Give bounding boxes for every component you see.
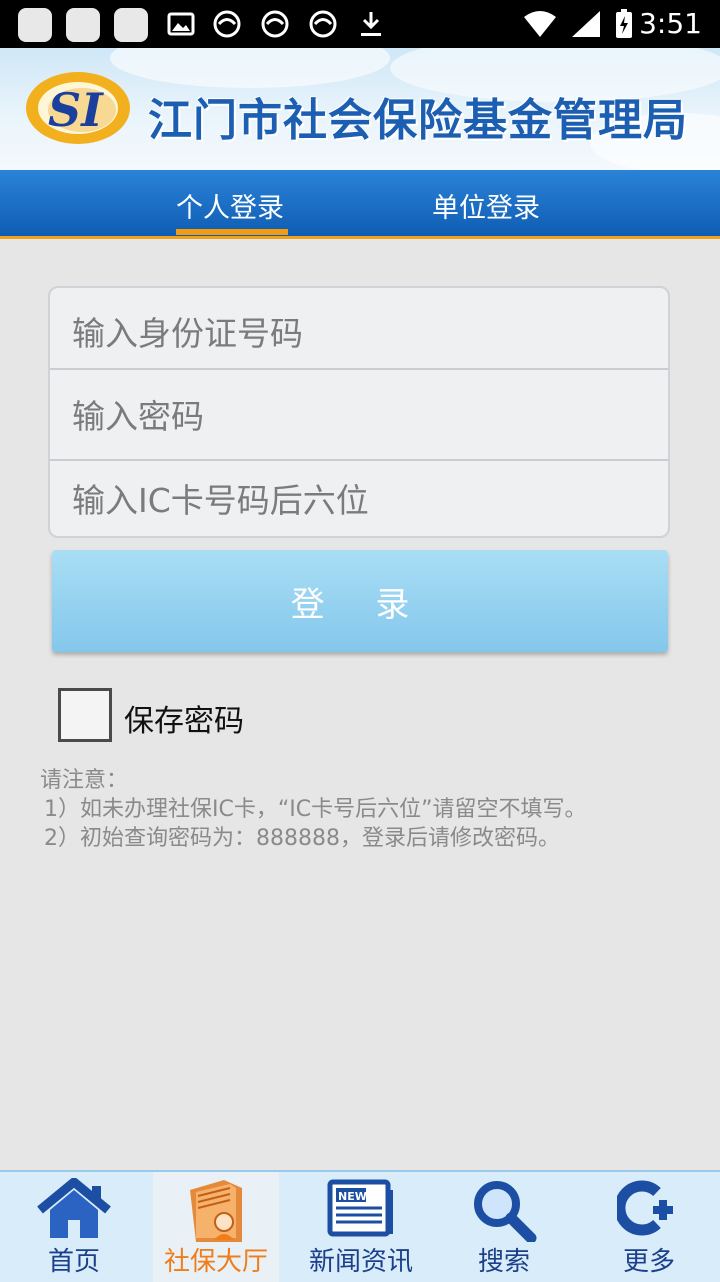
nav-label: 新闻资讯 (308, 1247, 413, 1277)
nav-item-more[interactable]: 更多 (578, 1172, 720, 1282)
tab-personal-login[interactable]: 个人登录 (176, 186, 284, 225)
nav-label: 搜索 (477, 1247, 530, 1277)
status-bar: 3:51 (0, 0, 720, 48)
id-number-input[interactable] (70, 288, 654, 378)
search-icon (474, 1181, 537, 1242)
login-form (48, 286, 670, 540)
nav-item-search[interactable]: 搜索 (440, 1172, 568, 1282)
password-input[interactable] (70, 370, 654, 462)
nav-label: 首页 (47, 1247, 100, 1277)
save-password-checkbox[interactable] (58, 688, 112, 742)
nav-label: 社保大厅 (163, 1247, 268, 1277)
battery-icon (616, 9, 632, 38)
id-field (50, 288, 668, 378)
signal-icon (572, 11, 600, 37)
svg-text:NEWS: NEWS (338, 1190, 375, 1203)
ic-card-input[interactable] (70, 461, 654, 540)
login-tabs: 个人登录 单位登录 (0, 170, 720, 239)
si-logo-icon: SI (26, 72, 130, 144)
image-icon (167, 12, 195, 36)
password-field (50, 370, 668, 462)
bottom-nav: 首页 社保大厅 NEWS 新闻资讯 搜索 更多 (0, 1170, 720, 1282)
active-tab-indicator (176, 229, 288, 235)
notification-icon (114, 8, 148, 42)
notes: 请注意： 1）如未办理社保IC卡，“IC卡号后六位”请留空不填写。 2）初始查询… (40, 766, 587, 853)
app-notification-icon (261, 10, 289, 38)
header-banner: SI 江门市社会保险基金管理局 (0, 48, 720, 170)
clock: 3:51 (639, 7, 702, 40)
nav-item-home[interactable]: 首页 (0, 1172, 148, 1282)
save-password-label[interactable]: 保存密码 (124, 696, 244, 740)
login-button[interactable]: 登 录 (52, 550, 668, 652)
news-icon: NEWS (327, 1179, 393, 1237)
logo-text: SI (48, 83, 104, 137)
page-title: 江门市社会保险基金管理局 (148, 95, 688, 146)
nav-item-social-security-hall[interactable]: 社保大厅 (153, 1172, 279, 1282)
ic-field (50, 461, 668, 540)
download-icon (361, 12, 381, 36)
notification-icon (18, 8, 52, 42)
nav-item-news[interactable]: NEWS 新闻资讯 (286, 1172, 436, 1282)
social-security-hall-icon (190, 1180, 242, 1242)
more-icon (617, 1180, 673, 1236)
notes-title: 请注意： (40, 768, 129, 793)
wifi-icon (524, 11, 556, 37)
tab-company-login[interactable]: 单位登录 (432, 186, 540, 225)
app-notification-icon (213, 10, 241, 38)
notes-line-1: 1）如未办理社保IC卡，“IC卡号后六位”请留空不填写。 (44, 797, 587, 822)
notes-line-2: 2）初始查询密码为：888888，登录后请修改密码。 (44, 826, 560, 851)
app-notification-icon (309, 10, 337, 38)
nav-label: 更多 (622, 1247, 675, 1277)
notification-icon (66, 8, 100, 42)
home-icon (37, 1178, 111, 1238)
